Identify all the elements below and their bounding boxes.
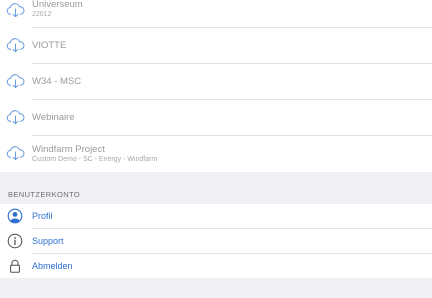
projects-screen: Universeum 22012 VIOTTE W34 - MSC Webina…: [0, 0, 432, 298]
support-label: Support: [32, 236, 64, 246]
project-list: Universeum 22012 VIOTTE W34 - MSC Webina…: [0, 0, 432, 172]
user-circle-icon: [7, 208, 23, 224]
support-row[interactable]: Support: [0, 229, 432, 254]
project-title: W34 - MSC: [32, 76, 82, 87]
cloud-download-icon: [6, 110, 25, 125]
profile-label: Profil: [32, 211, 53, 221]
cloud-download-icon: [6, 146, 25, 161]
project-title: Universeum: [32, 0, 83, 10]
profile-row[interactable]: Profil: [0, 204, 432, 229]
section-header: BENUTZERKONTO: [0, 172, 432, 204]
list-item[interactable]: Windfarm Project Custom Demo - SC - Ener…: [0, 136, 432, 172]
info-circle-icon: [7, 233, 23, 249]
cloud-download-icon: [6, 38, 25, 53]
logout-label: Abmelden: [32, 261, 73, 271]
project-subtitle: Custom Demo - SC - Energy - Windfarm: [32, 156, 158, 163]
list-item[interactable]: Universeum 22012: [0, 0, 432, 28]
project-title: VIOTTE: [32, 40, 67, 51]
list-item[interactable]: W34 - MSC: [0, 64, 432, 100]
project-subtitle: 22012: [32, 11, 52, 18]
list-item[interactable]: Webinaire: [0, 100, 432, 136]
lock-icon: [10, 259, 20, 273]
cloud-download-icon: [6, 74, 25, 89]
logout-row[interactable]: Abmelden: [0, 254, 432, 279]
project-title: Windfarm Project: [32, 144, 105, 155]
cloud-download-icon: [6, 3, 25, 18]
list-item[interactable]: VIOTTE: [0, 28, 432, 64]
section-header-label: BENUTZERKONTO: [8, 190, 81, 199]
project-title: Webinaire: [32, 112, 75, 123]
account-list: Profil Support Abmelden: [0, 204, 432, 278]
